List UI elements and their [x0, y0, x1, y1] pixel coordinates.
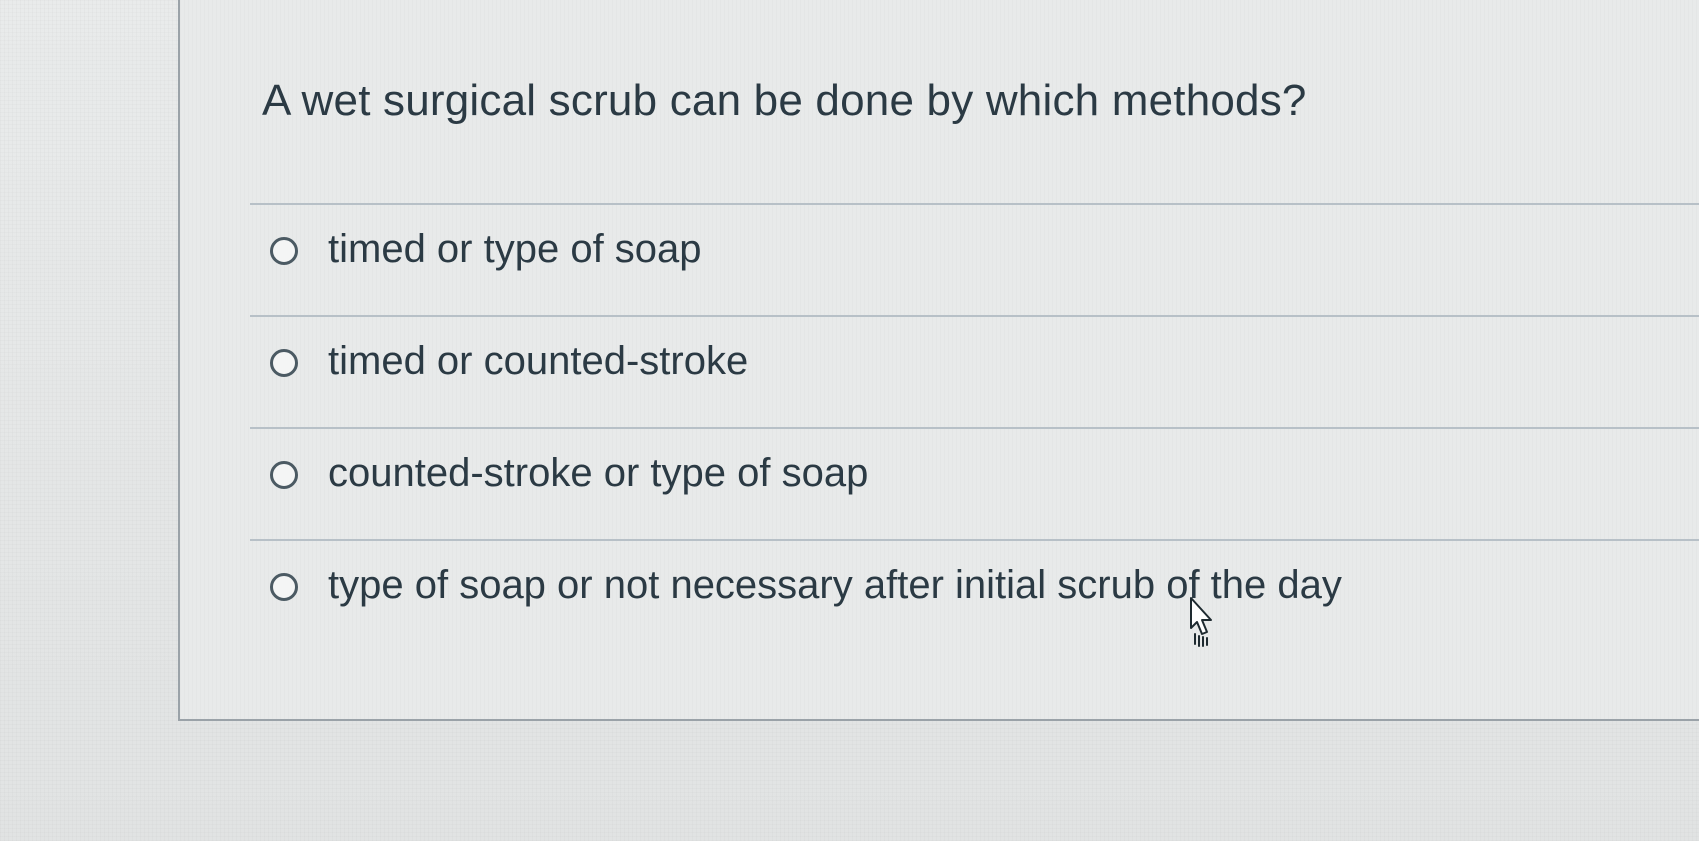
radio-button[interactable] — [270, 461, 298, 489]
answer-option-2[interactable]: timed or counted-stroke — [250, 315, 1699, 427]
radio-button[interactable] — [270, 573, 298, 601]
answer-label[interactable]: timed or counted-stroke — [328, 339, 748, 384]
answer-label[interactable]: counted-stroke or type of soap — [328, 451, 868, 496]
screen: A wet surgical scrub can be done by whic… — [0, 0, 1699, 841]
radio-button[interactable] — [270, 349, 298, 377]
answer-list: timed or type of soap timed or counted-s… — [250, 203, 1699, 651]
answer-option-3[interactable]: counted-stroke or type of soap — [250, 427, 1699, 539]
answer-option-1[interactable]: timed or type of soap — [250, 203, 1699, 315]
answer-option-4[interactable]: type of soap or not necessary after init… — [250, 539, 1699, 651]
question-card: A wet surgical scrub can be done by whic… — [178, 0, 1699, 721]
question-text: A wet surgical scrub can be done by whic… — [262, 76, 1307, 125]
radio-button[interactable] — [270, 237, 298, 265]
hand-pointer-cursor-icon — [1190, 597, 1212, 647]
answer-label[interactable]: timed or type of soap — [328, 227, 702, 272]
